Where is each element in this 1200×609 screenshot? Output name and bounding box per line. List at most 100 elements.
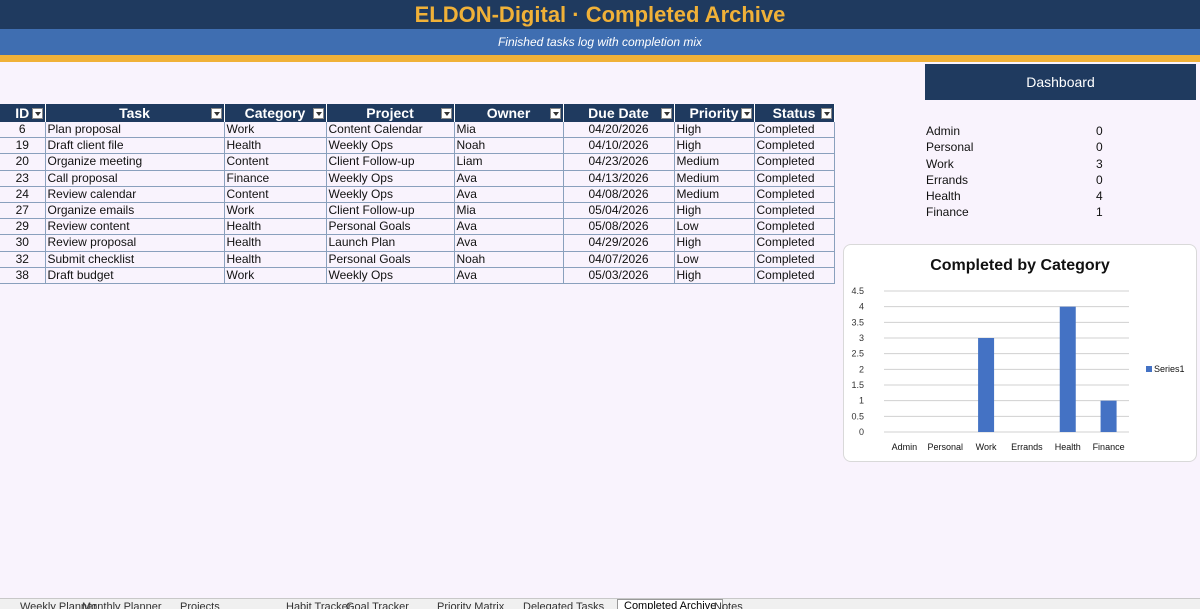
cell-status[interactable]: Completed — [754, 202, 835, 220]
filter-dropdown-icon[interactable] — [210, 108, 222, 119]
cell-task[interactable]: Submit checklist — [45, 251, 225, 268]
cell-project[interactable]: Personal Goals — [326, 218, 455, 236]
summary-value: 4 — [1096, 189, 1103, 204]
x-tick-label: Health — [1055, 442, 1081, 452]
cell-category[interactable]: Health — [224, 234, 327, 252]
filter-dropdown-icon[interactable] — [549, 108, 561, 119]
cell-project[interactable]: Weekly Ops — [326, 186, 455, 203]
cell-priority[interactable]: High — [674, 137, 755, 155]
cell-id[interactable]: 38 — [0, 267, 46, 284]
filter-dropdown-icon[interactable] — [440, 108, 452, 119]
cell-priority[interactable]: Medium — [674, 186, 755, 203]
cell-owner[interactable]: Liam — [454, 153, 564, 171]
cell-status[interactable]: Completed — [754, 267, 835, 284]
cell-task[interactable]: Plan proposal — [45, 122, 225, 139]
cell-owner[interactable]: Ava — [454, 170, 564, 187]
cell-due-date[interactable]: 04/07/2026 — [563, 251, 675, 268]
cell-owner[interactable]: Ava — [454, 186, 564, 203]
cell-due-date[interactable]: 05/03/2026 — [563, 267, 675, 284]
cell-status[interactable]: Completed — [754, 234, 835, 252]
cell-priority[interactable]: High — [674, 202, 755, 220]
cell-priority[interactable]: Medium — [674, 170, 755, 187]
cell-priority[interactable]: Medium — [674, 153, 755, 171]
cell-category[interactable]: Health — [224, 218, 327, 236]
cell-id[interactable]: 27 — [0, 202, 46, 220]
filter-dropdown-icon[interactable] — [660, 108, 672, 119]
cell-status[interactable]: Completed — [754, 186, 835, 203]
cell-category[interactable]: Work — [224, 202, 327, 220]
cell-id[interactable]: 19 — [0, 137, 46, 155]
cell-owner[interactable]: Mia — [454, 202, 564, 220]
cell-priority[interactable]: Low — [674, 251, 755, 268]
cell-due-date[interactable]: 04/29/2026 — [563, 234, 675, 252]
column-header-label: Owner — [486, 105, 531, 121]
cell-project[interactable]: Client Follow-up — [326, 153, 455, 171]
cell-task[interactable]: Review calendar — [45, 186, 225, 203]
cell-project[interactable]: Personal Goals — [326, 251, 455, 268]
filter-dropdown-icon[interactable] — [820, 108, 832, 119]
cell-status[interactable]: Completed — [754, 122, 835, 139]
cell-project[interactable]: Content Calendar — [326, 122, 455, 139]
cell-owner[interactable]: Mia — [454, 122, 564, 139]
cell-project[interactable]: Launch Plan — [326, 234, 455, 252]
cell-owner[interactable]: Noah — [454, 251, 564, 268]
cell-owner[interactable]: Ava — [454, 234, 564, 252]
cell-priority[interactable]: High — [674, 122, 755, 139]
cell-task[interactable]: Review proposal — [45, 234, 225, 252]
cell-category[interactable]: Health — [224, 137, 327, 155]
cell-due-date[interactable]: 04/10/2026 — [563, 137, 675, 155]
bar-work[interactable] — [978, 338, 995, 432]
bar-finance[interactable] — [1100, 400, 1117, 432]
cell-id[interactable]: 32 — [0, 251, 46, 268]
cell-owner[interactable]: Ava — [454, 218, 564, 236]
column-header-label: Status — [772, 105, 816, 121]
cell-id[interactable]: 20 — [0, 153, 46, 171]
cell-due-date[interactable]: 04/08/2026 — [563, 186, 675, 203]
cell-category[interactable]: Content — [224, 186, 327, 203]
cell-task[interactable]: Draft client file — [45, 137, 225, 155]
table-row: 23 Call proposal Finance Weekly Ops Ava 04/13… — [0, 170, 835, 187]
cell-task[interactable]: Draft budget — [45, 267, 225, 284]
cell-status[interactable]: Completed — [754, 153, 835, 171]
cell-task[interactable]: Organize emails — [45, 202, 225, 220]
dashboard-button[interactable]: Dashboard — [925, 64, 1196, 100]
filter-dropdown-icon[interactable] — [312, 108, 324, 119]
cell-category[interactable]: Finance — [224, 170, 327, 187]
cell-category[interactable]: Content — [224, 153, 327, 171]
cell-due-date[interactable]: 04/20/2026 — [563, 122, 675, 139]
cell-task[interactable]: Organize meeting — [45, 153, 225, 171]
cell-owner[interactable]: Ava — [454, 267, 564, 284]
cell-id[interactable]: 29 — [0, 218, 46, 236]
cell-priority[interactable]: High — [674, 234, 755, 252]
cell-status[interactable]: Completed — [754, 251, 835, 268]
cell-project[interactable]: Client Follow-up — [326, 202, 455, 220]
cell-task[interactable]: Call proposal — [45, 170, 225, 187]
cell-category[interactable]: Work — [224, 122, 327, 139]
cell-project[interactable]: Weekly Ops — [326, 137, 455, 155]
cell-due-date[interactable]: 04/13/2026 — [563, 170, 675, 187]
cell-status[interactable]: Completed — [754, 218, 835, 236]
cell-task[interactable]: Review content — [45, 218, 225, 236]
legend-label: Series1 — [1154, 364, 1185, 374]
cell-id[interactable]: 6 — [0, 122, 46, 139]
bar-health[interactable] — [1059, 306, 1076, 432]
cell-status[interactable]: Completed — [754, 137, 835, 155]
cell-priority[interactable]: High — [674, 267, 755, 284]
cell-priority[interactable]: Low — [674, 218, 755, 236]
cell-project[interactable]: Weekly Ops — [326, 267, 455, 284]
cell-due-date[interactable]: 04/23/2026 — [563, 153, 675, 171]
cell-category[interactable]: Health — [224, 251, 327, 268]
cell-category[interactable]: Work — [224, 267, 327, 284]
cell-project[interactable]: Weekly Ops — [326, 170, 455, 187]
cell-id[interactable]: 30 — [0, 234, 46, 252]
cell-id[interactable]: 24 — [0, 186, 46, 203]
cell-due-date[interactable]: 05/08/2026 — [563, 218, 675, 236]
chart-container[interactable]: Completed by Category 0 0.5 1 1.5 2 2.5 3 3.5 4 4… — [843, 244, 1197, 462]
cell-owner[interactable]: Noah — [454, 137, 564, 155]
cell-status[interactable]: Completed — [754, 170, 835, 187]
column-header-project: Project — [326, 104, 455, 122]
cell-id[interactable]: 23 — [0, 170, 46, 187]
filter-dropdown-icon[interactable] — [31, 108, 43, 119]
filter-dropdown-icon[interactable] — [740, 108, 752, 119]
cell-due-date[interactable]: 05/04/2026 — [563, 202, 675, 220]
